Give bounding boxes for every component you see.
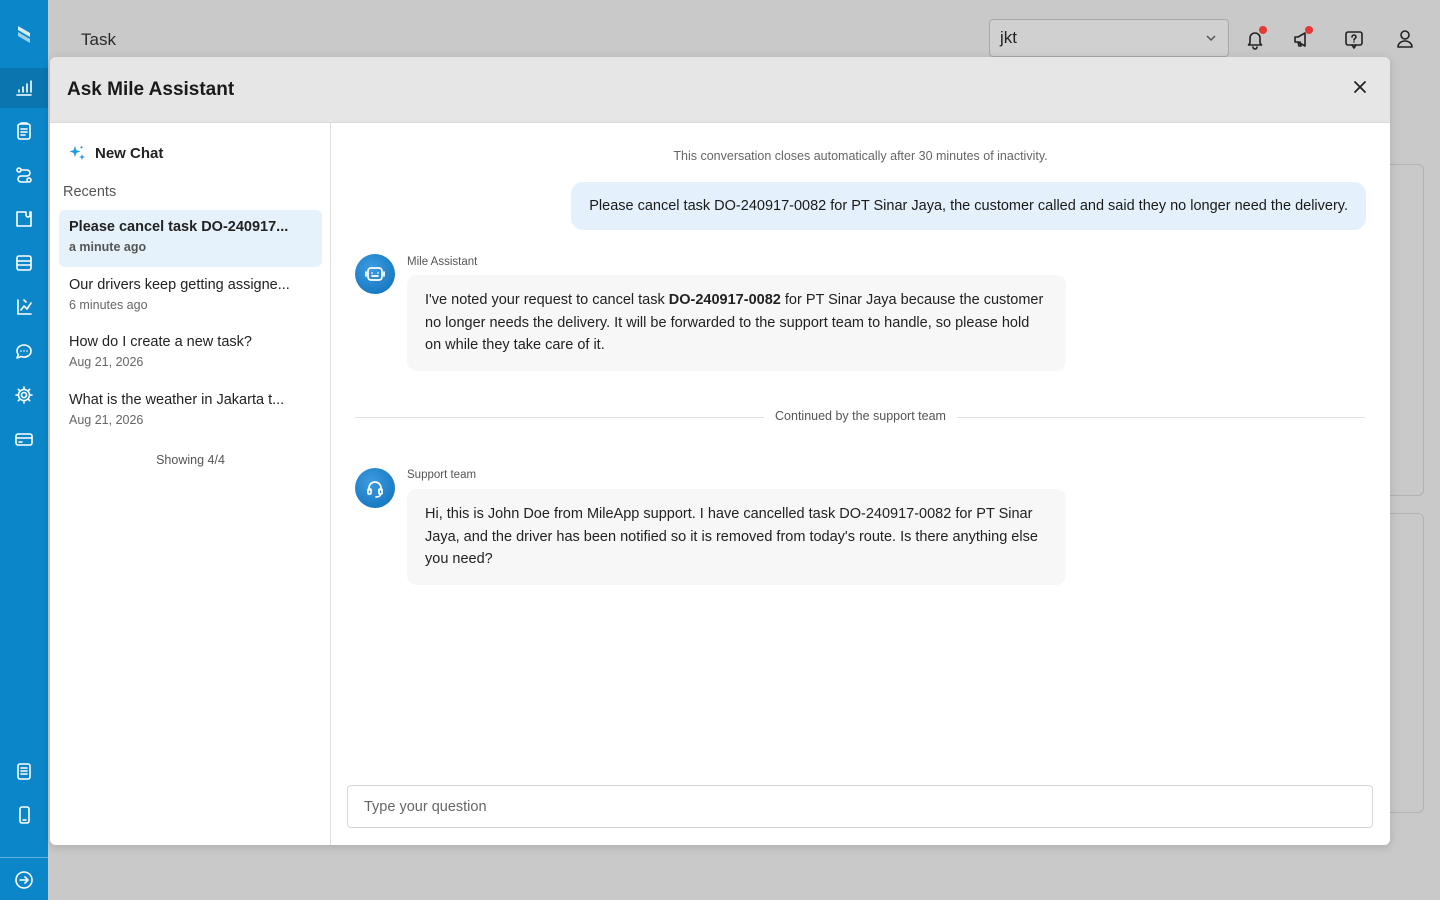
task-icon[interactable] (0, 111, 48, 151)
optimization-icon[interactable] (0, 287, 48, 327)
support-message: Hi, this is John Doe from MileApp suppor… (407, 489, 1066, 585)
list-item[interactable]: Please cancel task DO-240917... a minute… (59, 210, 322, 267)
database-icon[interactable] (0, 243, 48, 283)
assistant-sender-name: Mile Assistant (407, 256, 478, 268)
recents-heading: Recents (63, 184, 117, 200)
mobile-icon[interactable] (0, 795, 48, 835)
robot-icon (365, 267, 385, 281)
handoff-label: Continued by the support team (331, 409, 1390, 423)
settings-icon[interactable] (0, 375, 48, 415)
page-title: Task (81, 30, 116, 49)
task-id: DO-240917-0082 (668, 292, 781, 308)
user-message: Please cancel task DO-240917-0082 for PT… (571, 182, 1366, 230)
assistant-text: I've noted your request to cancel task (425, 292, 669, 308)
modal-header: Ask Mile Assistant (50, 57, 1390, 123)
assistant-avatar (355, 254, 395, 294)
assistant-message: I've noted your request to cancel task D… (407, 275, 1066, 371)
org-selector[interactable]: jkt (989, 19, 1229, 57)
list-item[interactable]: What is the weather in Jakarta t... Aug … (59, 383, 322, 440)
billing-icon[interactable] (0, 419, 48, 459)
support-avatar (355, 468, 395, 508)
recent-title: Please cancel task DO-240917... (69, 219, 289, 235)
close-icon (1354, 81, 1366, 93)
assistant-modal: Ask Mile Assistant New Chat Recents Plea… (50, 57, 1390, 845)
support-sender-name: Support team (407, 469, 477, 481)
recent-title: What is the weather in Jakarta t... (69, 391, 285, 408)
help-icon[interactable] (1341, 26, 1367, 52)
dashboard-icon[interactable] (0, 68, 48, 108)
question-input-wrapper (347, 785, 1373, 828)
notification-dot (1305, 26, 1313, 34)
handoff-label-text: Continued by the support team (764, 409, 957, 423)
modal-title: Ask Mile Assistant (67, 79, 235, 100)
document-icon[interactable] (0, 751, 48, 791)
recent-time: Aug 21, 2026 (69, 412, 144, 427)
org-selector-value: jkt (1000, 28, 1017, 47)
chat-history-sidebar: New Chat Recents Please cancel task DO-2… (50, 123, 331, 845)
routing-icon[interactable] (0, 155, 48, 195)
user-icon[interactable] (1392, 26, 1418, 52)
recent-chats-list: Please cancel task DO-240917... a minute… (59, 210, 322, 440)
recent-title: How do I create a new task? (69, 334, 252, 350)
showing-count: Showing 4/4 (156, 453, 225, 467)
recent-title: Our drivers keep getting assigne... (69, 276, 290, 293)
inactivity-notice: This conversation closes automatically a… (673, 149, 1048, 163)
headset-icon (367, 481, 383, 498)
chat-icon[interactable] (0, 331, 48, 371)
recent-time: Aug 21, 2026 (69, 355, 144, 369)
recent-time: 6 minutes ago (69, 297, 148, 312)
list-item[interactable]: How do I create a new task? Aug 21, 2026 (59, 325, 322, 382)
new-chat-button[interactable]: New Chat (67, 143, 163, 163)
close-button[interactable] (1348, 75, 1372, 99)
sparkle-icon (69, 145, 85, 160)
chevron-down-icon (1206, 35, 1216, 42)
exit-icon[interactable] (0, 860, 48, 900)
new-chat-label: New Chat (95, 144, 164, 162)
question-input[interactable] (348, 786, 1372, 827)
rail-divider (0, 857, 48, 858)
bell-icon[interactable] (1242, 26, 1268, 52)
announcement-icon[interactable] (1289, 26, 1315, 52)
logo-icon[interactable] (14, 24, 34, 46)
notification-dot (1259, 26, 1267, 34)
recent-time: a minute ago (69, 240, 147, 254)
chat-panel: This conversation closes automatically a… (331, 123, 1390, 845)
list-item[interactable]: Our drivers keep getting assigne... 6 mi… (59, 268, 322, 325)
integration-icon[interactable] (0, 199, 48, 239)
left-rail (0, 0, 48, 900)
